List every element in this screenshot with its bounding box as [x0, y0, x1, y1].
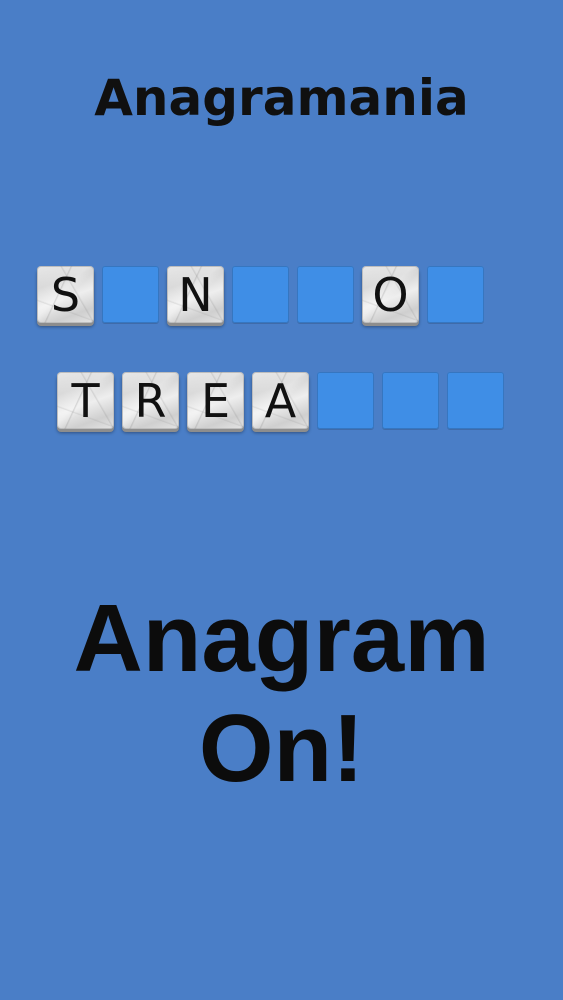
empty-slot[interactable] [102, 266, 159, 323]
tagline-line-1: Anagram [73, 585, 490, 692]
empty-slot[interactable] [232, 266, 289, 323]
word-row-1: SNO [37, 266, 484, 323]
app-title: Anagramania [94, 69, 469, 127]
tile-letter: E [200, 373, 231, 428]
letter-tile[interactable]: E [187, 372, 244, 429]
letter-tile[interactable]: S [37, 266, 94, 323]
tile-letter: T [71, 373, 100, 428]
empty-slot[interactable] [297, 266, 354, 323]
tile-letter: A [264, 373, 297, 428]
empty-slot[interactable] [427, 266, 484, 323]
empty-slot[interactable] [447, 372, 504, 429]
letter-tile[interactable]: A [252, 372, 309, 429]
tile-letter: S [50, 267, 81, 322]
letter-tile[interactable]: R [122, 372, 179, 429]
letter-tile[interactable]: O [362, 266, 419, 323]
letter-tile[interactable]: T [57, 372, 114, 429]
word-row-2: TREA [57, 372, 504, 429]
tile-letter: N [178, 267, 213, 322]
tile-letter: O [372, 267, 409, 322]
tile-letter: R [134, 373, 167, 428]
empty-slot[interactable] [382, 372, 439, 429]
letter-tile[interactable]: N [167, 266, 224, 323]
tagline-line-2: On! [198, 695, 365, 802]
empty-slot[interactable] [317, 372, 374, 429]
